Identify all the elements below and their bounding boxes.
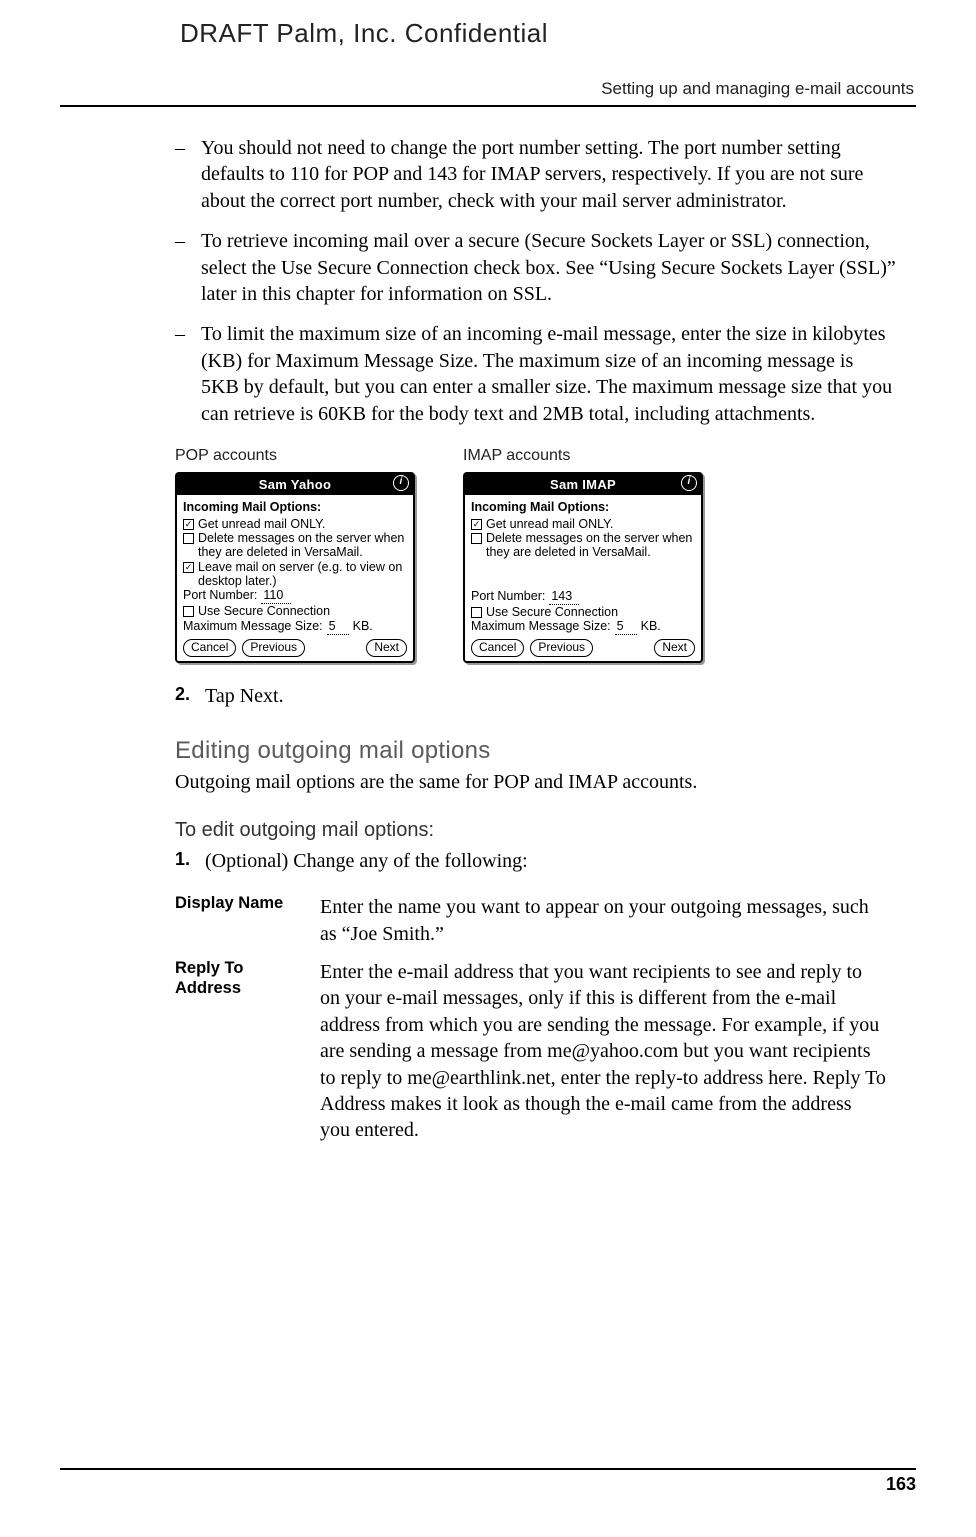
previous-button[interactable]: Previous: [530, 639, 593, 657]
dialog-pop: Sam Yahoo i Incoming Mail Options: Get u…: [175, 472, 415, 662]
screenshot-imap: IMAP accounts Sam IMAP i Incoming Mail O…: [463, 445, 703, 663]
imap-max-row: Maximum Message Size: 5 KB.: [471, 620, 695, 635]
info-icon[interactable]: i: [681, 475, 697, 491]
bullet-ssl-text: To retrieve incoming mail over a secure …: [201, 228, 896, 307]
cancel-button[interactable]: Cancel: [471, 639, 524, 657]
checkbox-icon[interactable]: [471, 519, 482, 530]
dialog-pop-section: Incoming Mail Options:: [183, 499, 407, 516]
cancel-button[interactable]: Cancel: [183, 639, 236, 657]
bullet-ssl: – To retrieve incoming mail over a secur…: [175, 228, 896, 307]
checkbox-icon[interactable]: [471, 607, 482, 618]
step-1-text: (Optional) Change any of the following:: [205, 848, 528, 874]
next-button[interactable]: Next: [654, 639, 695, 657]
checkbox-icon[interactable]: [183, 606, 194, 617]
next-button[interactable]: Next: [366, 639, 407, 657]
step-2-text: Tap Next.: [205, 683, 284, 709]
bullet-max-size: – To limit the maximum size of an incomi…: [175, 321, 896, 427]
imap-port-field[interactable]: 143: [549, 590, 579, 605]
screenshot-pop-label: POP accounts: [175, 445, 415, 466]
definitions-table: Display Name Enter the name you want to …: [175, 888, 896, 1150]
bullet-max-size-text: To limit the maximum size of an incoming…: [201, 321, 896, 427]
pop-opt-delete[interactable]: Delete messages on the server when they …: [183, 532, 407, 560]
editing-outgoing-desc: Outgoing mail options are the same for P…: [175, 769, 896, 795]
screenshot-imap-label: IMAP accounts: [463, 445, 703, 466]
footer-rule: [60, 1468, 916, 1470]
previous-button[interactable]: Previous: [242, 639, 305, 657]
info-icon[interactable]: i: [393, 475, 409, 491]
def-reply-to: Enter the e-mail address that you want r…: [320, 953, 896, 1150]
heading-to-edit: To edit outgoing mail options:: [175, 817, 896, 843]
imap-opt-delete[interactable]: Delete messages on the server when they …: [471, 532, 695, 560]
dialog-imap-title: Sam IMAP i: [465, 474, 701, 495]
checkbox-icon[interactable]: [183, 519, 194, 530]
bullet-port-number: – You should not need to change the port…: [175, 135, 896, 214]
pop-opt-leave[interactable]: Leave mail on server (e.g. to view on de…: [183, 561, 407, 589]
running-head: Setting up and managing e-mail accounts: [60, 79, 916, 99]
imap-max-field[interactable]: 5: [615, 620, 637, 635]
bullet-port-number-text: You should not need to change the port n…: [201, 135, 896, 214]
term-reply-to: Reply To Address: [175, 953, 320, 1150]
page-number: 163: [60, 1474, 916, 1495]
step-1-number: 1.: [175, 848, 205, 874]
step-2: 2. Tap Next.: [175, 683, 896, 709]
pop-port-row: Port Number: 110: [183, 589, 407, 604]
checkbox-icon[interactable]: [183, 562, 194, 573]
dialog-pop-title: Sam Yahoo i: [177, 474, 413, 495]
checkbox-icon[interactable]: [183, 533, 194, 544]
step-1: 1. (Optional) Change any of the followin…: [175, 848, 896, 874]
imap-opt-unread[interactable]: Get unread mail ONLY.: [471, 518, 695, 532]
pop-opt-unread[interactable]: Get unread mail ONLY.: [183, 518, 407, 532]
pop-port-field[interactable]: 110: [261, 589, 291, 604]
heading-editing-outgoing: Editing outgoing mail options: [175, 735, 896, 767]
screenshot-pop: POP accounts Sam Yahoo i Incoming Mail O…: [175, 445, 415, 663]
table-row: Display Name Enter the name you want to …: [175, 888, 896, 953]
step-2-number: 2.: [175, 683, 205, 709]
pop-max-field[interactable]: 5: [327, 620, 349, 635]
ssl-xref-link[interactable]: Using Secure Sockets Layer (SSL): [608, 257, 887, 279]
checkbox-icon[interactable]: [471, 533, 482, 544]
term-display-name: Display Name: [175, 888, 320, 953]
pop-secure-row[interactable]: Use Secure Connection: [183, 605, 407, 619]
table-row: Reply To Address Enter the e-mail addres…: [175, 953, 896, 1150]
draft-header: DRAFT Palm, Inc. Confidential: [180, 18, 916, 49]
dialog-imap-section: Incoming Mail Options:: [471, 499, 695, 516]
imap-secure-row[interactable]: Use Secure Connection: [471, 606, 695, 620]
page-footer: 163: [60, 1468, 916, 1495]
header-rule: [60, 105, 916, 107]
def-display-name: Enter the name you want to appear on you…: [320, 888, 896, 953]
dialog-imap: Sam IMAP i Incoming Mail Options: Get un…: [463, 472, 703, 663]
pop-max-row: Maximum Message Size: 5 KB.: [183, 620, 407, 635]
imap-port-row: Port Number: 143: [471, 590, 695, 605]
